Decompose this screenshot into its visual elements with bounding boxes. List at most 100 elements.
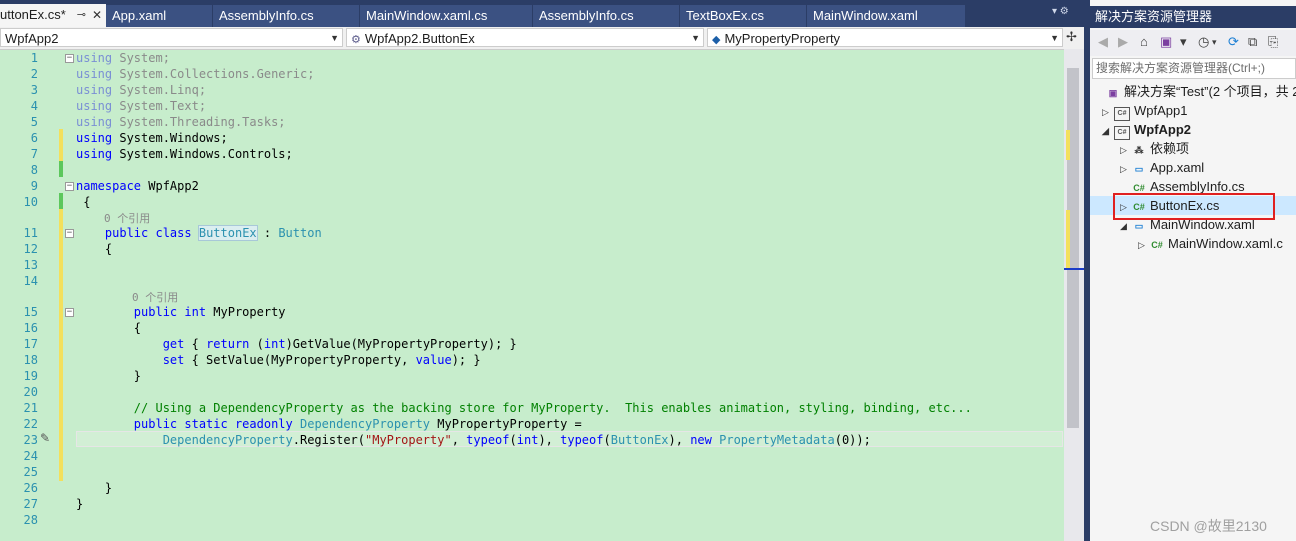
tab-mainwindow-xaml[interactable]: MainWindow.xaml — [807, 5, 965, 27]
project-dropdown-value: WpfApp2 — [5, 31, 59, 46]
tree-item-mainwindow-xaml-cs[interactable]: ▷ C# MainWindow.xaml.c — [1138, 234, 1283, 253]
code-line[interactable]: using System.Windows; — [76, 130, 228, 146]
code-line[interactable]: } — [76, 496, 83, 512]
tree-item-app-xaml[interactable]: ▷ ▭ App.xaml — [1120, 158, 1204, 177]
code-line[interactable]: using System.Linq; — [76, 82, 206, 98]
line-number: 22 — [23, 417, 38, 431]
pin-icon[interactable]: ⊸ — [77, 4, 86, 26]
code-line[interactable]: { — [76, 194, 90, 210]
expand-icon[interactable]: ▷ — [1138, 236, 1150, 255]
back-icon[interactable]: ◀ — [1098, 34, 1108, 50]
collapse-toggle[interactable]: − — [65, 229, 74, 238]
tab-label: App.xaml — [112, 8, 167, 23]
code-line[interactable]: } — [76, 480, 112, 496]
class-icon: ⚙ — [351, 34, 361, 46]
line-number: 13 — [23, 258, 38, 272]
code-line[interactable]: DependencyProperty.Register("MyProperty"… — [76, 432, 871, 448]
code-line[interactable]: public int MyProperty — [76, 304, 286, 320]
line-number: 28 — [23, 513, 38, 527]
tree-item-solution[interactable]: ▣ 解决方案“Test”(2 个项目，共 2 — [1106, 82, 1296, 101]
tree-item-wpfapp1[interactable]: ▷ C# WpfApp1 — [1102, 101, 1187, 121]
tab-app-xaml[interactable]: App.xaml — [106, 5, 212, 27]
edit-pencil-icon: ✎ — [40, 431, 51, 445]
chevron-down-icon: ▼ — [691, 33, 700, 43]
line-number: 19 — [23, 369, 38, 383]
code-line[interactable]: // Using a DependencyProperty as the bac… — [76, 400, 972, 416]
navigation-bar: WpfApp2 ▼ ⚙ WpfApp2.ButtonEx ▼ ◆ MyPropertyP… — [0, 27, 1084, 50]
reference-count[interactable]: 0 个引用 — [104, 210, 150, 226]
vs-switch-icon[interactable]: ▣ — [1160, 34, 1172, 50]
collapse-toggle[interactable]: − — [65, 54, 74, 63]
tab-label: AssemblyInfo.cs — [539, 8, 634, 23]
line-number: 24 — [23, 449, 38, 463]
csharp-project-icon: C# — [1114, 107, 1130, 121]
tab-textboxex-cs[interactable]: TextBoxEx.cs — [680, 5, 806, 27]
code-line[interactable]: using System.Windows.Controls; — [76, 146, 293, 162]
property-icon: ◆ — [712, 34, 721, 46]
code-line[interactable]: public class ButtonEx : Button — [76, 225, 322, 241]
tab-label: MainWindow.xaml.cs — [366, 8, 488, 23]
home-icon[interactable]: ⌂ — [1140, 34, 1148, 49]
code-line[interactable]: } — [76, 368, 141, 384]
views-dropdown-icon[interactable]: ▾ — [1180, 34, 1187, 50]
expand-icon[interactable]: ▷ — [1120, 160, 1132, 179]
tab-mainwindow-xaml-cs[interactable]: MainWindow.xaml.cs — [360, 5, 532, 27]
scroll-marker — [1066, 210, 1070, 270]
refresh-icon[interactable]: ⟳ — [1228, 34, 1239, 50]
line-number: 23 — [23, 433, 38, 447]
forward-icon[interactable]: ▶ — [1118, 34, 1128, 50]
split-window-icon[interactable]: ✢ — [1066, 29, 1077, 45]
tree-item-wpfapp2[interactable]: ◢ C# WpfApp2 — [1102, 120, 1192, 141]
code-line[interactable]: public static readonly DependencyPropert… — [76, 416, 582, 432]
scroll-marker — [1066, 130, 1070, 160]
code-line[interactable]: namespace WpfApp2 — [76, 178, 199, 194]
code-line[interactable]: using System.Collections.Generic; — [76, 66, 314, 82]
change-marker — [59, 193, 63, 481]
line-number: 5 — [30, 115, 38, 129]
collapse-toggle[interactable]: − — [65, 182, 74, 191]
line-number: 7 — [30, 147, 38, 161]
xaml-file-icon: ▭ — [1134, 221, 1144, 231]
tab-label: AssemblyInfo.cs — [219, 8, 314, 23]
line-number: 11 — [23, 226, 38, 240]
chevron-down-icon[interactable]: ▾ — [1212, 37, 1217, 48]
class-dropdown[interactable]: ⚙ WpfApp2.ButtonEx ▼ — [346, 28, 704, 47]
code-line[interactable]: using System; — [76, 50, 170, 66]
close-icon[interactable]: ✕ — [92, 4, 102, 26]
tree-item-dependencies[interactable]: ▷ ⁂ 依赖项 — [1120, 139, 1189, 158]
tab-buttonex-cs[interactable]: uttonEx.cs* ⊸ ✕ — [0, 4, 106, 27]
code-editor[interactable]: uttonEx.cs* ⊸ ✕ App.xaml AssemblyInfo.cs… — [0, 0, 1084, 541]
chevron-down-icon: ▼ — [1050, 33, 1059, 43]
tab-assemblyinfo-cs[interactable]: AssemblyInfo.cs — [213, 5, 359, 27]
code-line[interactable]: set { SetValue(MyPropertyProperty, value… — [76, 352, 481, 368]
project-dropdown[interactable]: WpfApp2 ▼ — [0, 28, 343, 47]
line-number: 20 — [23, 385, 38, 399]
code-line[interactable]: using System.Threading.Tasks; — [76, 114, 286, 130]
csharp-project-icon: C# — [1114, 126, 1130, 140]
show-all-files-icon[interactable]: ⎘ — [1268, 34, 1278, 50]
solution-explorer-title: 解决方案资源管理器 — [1090, 6, 1296, 28]
collapse-toggle[interactable]: − — [65, 308, 74, 317]
code-line[interactable]: using System.Text; — [76, 98, 206, 114]
reference-count[interactable]: 0 个引用 — [132, 289, 178, 305]
member-dropdown[interactable]: ◆ MyPropertyProperty ▼ — [707, 28, 1063, 47]
line-number: 10 — [23, 195, 38, 209]
history-icon[interactable]: ◷ — [1198, 34, 1209, 50]
tree-item-label: WpfApp2 — [1134, 122, 1192, 137]
member-dropdown-value: MyPropertyProperty — [724, 31, 841, 46]
chevron-down-icon: ▼ — [330, 33, 339, 43]
tree-item-label: AssemblyInfo.cs — [1150, 179, 1245, 194]
line-number: 9 — [30, 179, 38, 193]
line-number: 15 — [23, 305, 38, 319]
code-line[interactable]: { — [76, 320, 141, 336]
tree-item-label: App.xaml — [1150, 160, 1205, 175]
solution-search-input[interactable]: 搜索解决方案资源管理器(Ctrl+;) — [1092, 58, 1296, 79]
collapse-icon[interactable]: ◢ — [1102, 122, 1114, 141]
code-line[interactable]: { — [76, 241, 112, 257]
tab-overflow-icon[interactable]: ▾ ⚙ — [1052, 6, 1069, 17]
code-line[interactable]: get { return (int)GetValue(MyPropertyPro… — [76, 336, 517, 352]
line-number: 4 — [30, 99, 38, 113]
tab-assemblyinfo-cs-2[interactable]: AssemblyInfo.cs — [533, 5, 679, 27]
tree-item-label: MainWindow.xaml.c — [1168, 236, 1283, 251]
collapse-all-icon[interactable]: ⧉ — [1248, 34, 1257, 50]
